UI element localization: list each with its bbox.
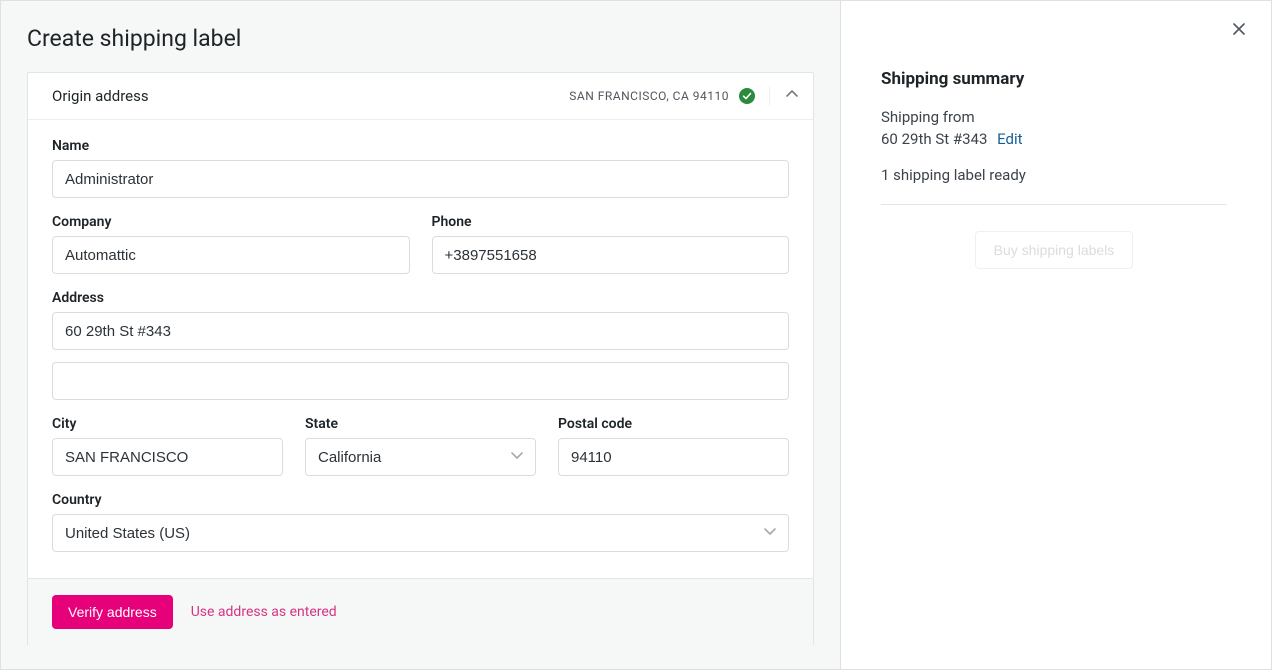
origin-summary-line: SAN FRANCISCO, CA 94110	[569, 89, 729, 103]
company-label: Company	[52, 214, 410, 230]
edit-shipping-from-link[interactable]: Edit	[997, 130, 1022, 148]
use-as-entered-link[interactable]: Use address as entered	[191, 604, 337, 620]
summary-sidebar: Shipping summary Shipping from 60 29th S…	[841, 1, 1271, 669]
city-input[interactable]	[52, 438, 283, 476]
actions-bar: Verify address Use address as entered	[27, 579, 814, 645]
state-select[interactable]	[305, 438, 536, 476]
shipping-from-address: 60 29th St #343	[881, 130, 987, 148]
country-field-block: Country	[52, 492, 789, 552]
verify-address-button[interactable]: Verify address	[52, 595, 173, 629]
main-column: Create shipping label Origin address SAN…	[1, 1, 841, 669]
shipping-from-label: Shipping from	[881, 107, 1227, 129]
state-label: State	[305, 416, 536, 432]
address-field-block: Address	[52, 290, 789, 400]
address1-input[interactable]	[52, 312, 789, 350]
label-status: 1 shipping label ready	[881, 165, 1227, 187]
name-label: Name	[52, 138, 789, 154]
phone-input[interactable]	[432, 236, 790, 274]
country-label: Country	[52, 492, 789, 508]
origin-section-title: Origin address	[52, 87, 569, 105]
postal-input[interactable]	[558, 438, 789, 476]
phone-field-block: Phone	[432, 214, 790, 274]
page-title: Create shipping label	[1, 1, 840, 72]
shipping-from-block: Shipping from 60 29th St #343 Edit	[881, 107, 1227, 151]
summary-title: Shipping summary	[881, 69, 1227, 89]
address-label: Address	[52, 290, 789, 306]
city-field-block: City	[52, 416, 283, 476]
origin-form: Name Company Phone Address	[28, 120, 813, 578]
summary-divider	[881, 204, 1227, 205]
origin-address-header: Origin address SAN FRANCISCO, CA 94110	[28, 73, 813, 120]
verified-check-icon	[739, 88, 755, 104]
company-field-block: Company	[52, 214, 410, 274]
country-select[interactable]	[52, 514, 789, 552]
phone-label: Phone	[432, 214, 790, 230]
city-label: City	[52, 416, 283, 432]
state-field-block: State	[305, 416, 536, 476]
address2-input[interactable]	[52, 362, 789, 400]
buy-shipping-labels-button: Buy shipping labels	[975, 231, 1134, 269]
postal-label: Postal code	[558, 416, 789, 432]
postal-field-block: Postal code	[558, 416, 789, 476]
chevron-up-icon	[785, 87, 799, 105]
company-input[interactable]	[52, 236, 410, 274]
close-button[interactable]	[1227, 19, 1251, 43]
collapse-toggle[interactable]	[769, 87, 813, 105]
shipping-label-modal: Create shipping label Origin address SAN…	[0, 0, 1272, 670]
close-icon	[1231, 21, 1247, 41]
name-field-block: Name	[52, 138, 789, 198]
name-input[interactable]	[52, 160, 789, 198]
origin-address-card: Origin address SAN FRANCISCO, CA 94110 N…	[27, 72, 814, 579]
